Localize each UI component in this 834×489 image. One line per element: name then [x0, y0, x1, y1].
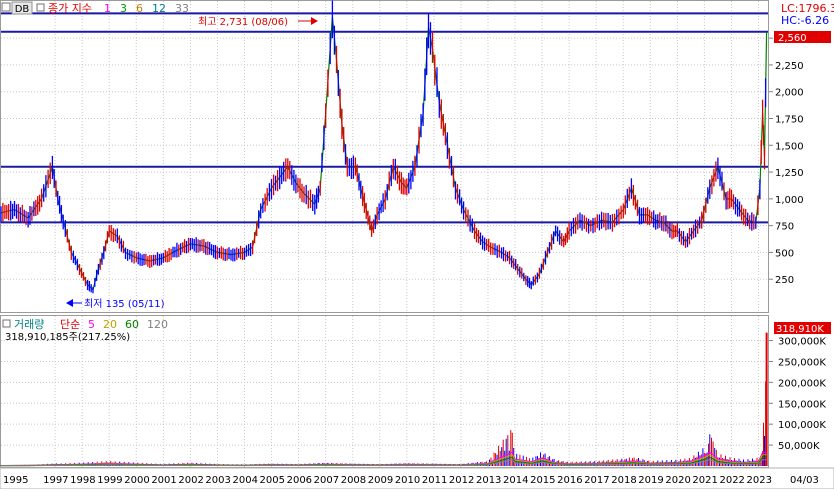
min-annotation: 최저 135 (05/11) — [84, 298, 165, 310]
price-ma-label: 3 — [120, 2, 127, 15]
x-tick-label: 1999 — [97, 475, 122, 486]
price-tick-label: 500 — [775, 248, 794, 259]
price-ma-label: 33 — [175, 2, 189, 15]
volume-title: 거래량 — [14, 318, 44, 331]
x-tick-label: 2015 — [530, 475, 555, 486]
x-tick-label: 2008 — [341, 475, 366, 486]
price-tick-label: 750 — [775, 222, 794, 233]
x-tick-label: 2017 — [584, 475, 609, 486]
x-tick-label: 1997 — [43, 475, 68, 486]
price-panel[interactable] — [0, 0, 769, 313]
x-tick-label: 1998 — [70, 475, 95, 486]
current-volume-text: 318,910K — [776, 324, 824, 335]
db-checkbox-icon[interactable] — [1, 2, 11, 12]
x-tick-label: 2023 — [747, 475, 772, 486]
price-ma-label: 6 — [136, 2, 143, 15]
x-tick-label: 2001 — [151, 475, 176, 486]
price-tick-label: 1,500 — [775, 141, 804, 152]
price-tick-label: 250 — [775, 275, 794, 286]
chart-canvas: 250 500 750 1,000 1,250 1,500 1,750 2,000 2,250 2… — [0, 0, 834, 489]
price-ma-label: 12 — [152, 2, 166, 15]
volume-type-label: 단순 — [60, 318, 80, 331]
x-tick-label: 2009 — [368, 475, 393, 486]
volume-ma-label: 60 — [125, 318, 139, 331]
x-tick-label: 2019 — [638, 475, 663, 486]
price-tick-label: 1,250 — [775, 168, 804, 179]
volume-tick-label: 200,000K — [778, 378, 826, 389]
price-settings-icon[interactable] — [36, 3, 45, 12]
x-tick-label: 2022 — [719, 475, 744, 486]
price-tick-label: 2,250 — [775, 61, 804, 72]
price-title: 종가 지수 — [48, 2, 92, 15]
x-tick-label: 2021 — [692, 475, 717, 486]
x-tick-label: 2003 — [205, 475, 230, 486]
db-label: DB — [15, 4, 30, 15]
volume-tick-label: 250,000K — [778, 357, 826, 368]
volume-info: 318,910,185주(217.25%) — [5, 332, 130, 343]
volume-tick-label: 300,000K — [778, 337, 826, 348]
x-tick-label: 2002 — [178, 475, 203, 486]
volume-tick-label: 100,000K — [778, 420, 826, 431]
max-annotation: 최고 2,731 (08/06) — [198, 16, 288, 28]
price-ma-label: 1 — [104, 2, 111, 15]
volume-tick-label: 150,000K — [778, 399, 826, 410]
x-tick-label: 2018 — [611, 475, 636, 486]
x-axis-ticks: 1995 1997 1998 1999 2000 2001 2002 2003 2004 2005… — [3, 475, 772, 486]
x-tick-label: 2006 — [287, 475, 312, 486]
x-tick-label: 2010 — [395, 475, 420, 486]
x-tick-label: 2016 — [557, 475, 582, 486]
hc-label: HC:-6.26 — [781, 14, 829, 27]
volume-ma-label: 5 — [88, 318, 95, 331]
price-tick-label: 2,000 — [775, 88, 804, 99]
x-axis-right-label: 04/03 — [790, 475, 819, 486]
x-tick-label: 1995 — [3, 475, 28, 486]
volume-tick-label: 50,000K — [778, 441, 820, 452]
volume-ma-label: 20 — [103, 318, 117, 331]
x-tick-label: 2013 — [476, 475, 501, 486]
x-tick-label: 2020 — [665, 475, 690, 486]
x-tick-label: 2004 — [232, 475, 257, 486]
x-tick-label: 2005 — [260, 475, 285, 486]
x-tick-label: 2014 — [503, 475, 528, 486]
x-tick-label: 2000 — [124, 475, 149, 486]
x-tick-label: 2012 — [449, 475, 474, 486]
volume-settings-icon[interactable] — [2, 319, 11, 328]
price-tick-label: 1,000 — [775, 195, 804, 206]
x-tick-label: 2011 — [422, 475, 447, 486]
price-tick-label: 1,750 — [775, 115, 804, 126]
current-value-text: 2,560 — [778, 33, 807, 44]
x-tick-label: 2007 — [314, 475, 339, 486]
volume-ma-label: 120 — [147, 318, 168, 331]
